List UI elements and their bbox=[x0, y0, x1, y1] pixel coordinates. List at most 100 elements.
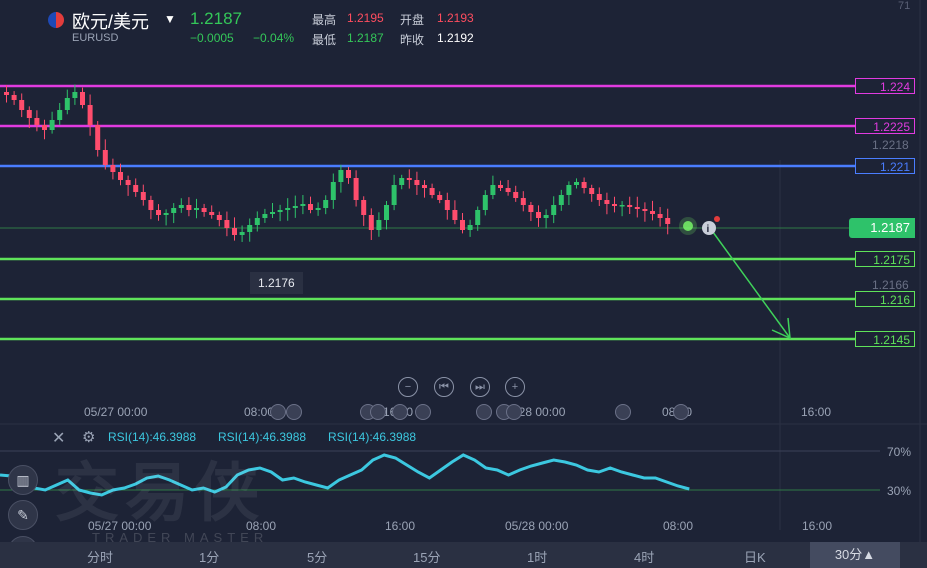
candle-body bbox=[490, 185, 496, 195]
candle-body bbox=[201, 208, 207, 212]
candle-body bbox=[422, 185, 427, 188]
forward-icon[interactable]: ⏭ bbox=[470, 377, 490, 397]
candle-body bbox=[376, 220, 382, 230]
candle-body bbox=[209, 212, 215, 215]
candle-body bbox=[87, 105, 93, 125]
event-marker[interactable] bbox=[370, 404, 386, 420]
candle-body bbox=[110, 165, 116, 172]
candle-body bbox=[163, 213, 169, 215]
watermark-cn: 交易侠 bbox=[55, 457, 265, 529]
candle-body bbox=[536, 212, 541, 218]
pencil-icon[interactable]: ✎ bbox=[8, 500, 38, 530]
candle-body bbox=[80, 92, 85, 105]
candle-body bbox=[118, 172, 123, 180]
rsi-level-70: 70% bbox=[887, 445, 912, 459]
candle-body bbox=[95, 125, 101, 150]
candle-body bbox=[558, 195, 564, 205]
event-marker[interactable] bbox=[476, 404, 492, 420]
event-marker[interactable] bbox=[673, 404, 689, 420]
candle-body bbox=[604, 200, 610, 204]
candle-body bbox=[133, 185, 139, 192]
candle-body bbox=[612, 204, 617, 206]
price-tag-12145: 1.2145 bbox=[855, 331, 915, 347]
candle-body bbox=[551, 205, 557, 215]
low-marker-label: 1.2176 bbox=[250, 272, 303, 294]
tf-1m[interactable]: 1分 bbox=[199, 547, 219, 566]
candle-body bbox=[194, 208, 199, 210]
candle-body bbox=[406, 178, 412, 180]
candle-body bbox=[665, 218, 671, 224]
candle-body bbox=[72, 92, 78, 98]
candle-body bbox=[178, 205, 184, 208]
axis-label-12218: 1.2218 bbox=[872, 138, 909, 152]
tf-1h[interactable]: 1时 bbox=[527, 547, 547, 566]
chart-type-icon[interactable]: ▥ bbox=[8, 465, 38, 495]
candle-body bbox=[361, 200, 367, 215]
candle-body bbox=[384, 205, 389, 220]
candle-body bbox=[543, 215, 549, 218]
tf-5m[interactable]: 5分 bbox=[307, 547, 327, 566]
price-tag-12225: 1.2225 bbox=[855, 118, 915, 134]
price-tag-12175: 1.2175 bbox=[855, 251, 915, 267]
candle-body bbox=[566, 185, 572, 195]
candle-body bbox=[4, 92, 9, 95]
candle-body bbox=[270, 212, 275, 214]
candle-body bbox=[171, 208, 177, 213]
candle-body bbox=[277, 210, 283, 212]
rsi-xaxis-label: 16:00 bbox=[385, 519, 416, 533]
minus-icon[interactable]: − bbox=[398, 377, 418, 397]
tf-4h[interactable]: 4时 bbox=[634, 547, 654, 566]
candle-body bbox=[596, 194, 602, 200]
event-marker[interactable] bbox=[392, 404, 408, 420]
candle-body bbox=[239, 232, 245, 235]
candle-body bbox=[619, 205, 625, 207]
tf-tick[interactable]: 分时 bbox=[87, 547, 113, 566]
candle-body bbox=[232, 228, 237, 235]
candle-body bbox=[300, 204, 306, 206]
candle-body bbox=[148, 200, 154, 210]
candle-body bbox=[57, 110, 63, 120]
event-marker[interactable] bbox=[615, 404, 631, 420]
candle-body bbox=[11, 95, 17, 100]
rsi-label: RSI(14):46.3988 bbox=[328, 430, 417, 444]
candle-body bbox=[520, 198, 526, 205]
candle-body bbox=[49, 120, 55, 130]
event-marker[interactable] bbox=[286, 404, 302, 420]
candle-body bbox=[338, 170, 344, 182]
candle-body bbox=[26, 110, 32, 118]
candle-body bbox=[19, 100, 25, 110]
rsi-xaxis-label: 16:00 bbox=[802, 519, 833, 533]
candle-body bbox=[467, 225, 473, 230]
candle-body bbox=[589, 188, 595, 194]
candle-body bbox=[460, 220, 465, 230]
event-marker[interactable] bbox=[506, 404, 522, 420]
candle-body bbox=[323, 200, 329, 208]
xaxis-label: 05/27 00:00 bbox=[84, 405, 148, 419]
candle-body bbox=[247, 225, 253, 232]
tf-daily[interactable]: 日K bbox=[744, 547, 766, 566]
candle-body bbox=[642, 209, 648, 211]
svg-text:i: i bbox=[707, 224, 710, 235]
candle-body bbox=[64, 98, 70, 110]
candle-body bbox=[156, 210, 161, 215]
candle-body bbox=[482, 195, 488, 210]
candle-body bbox=[308, 204, 313, 210]
candle-body bbox=[399, 178, 405, 185]
timeframe-bar bbox=[0, 542, 927, 568]
tf-15m[interactable]: 15分 bbox=[413, 547, 440, 566]
event-marker[interactable] bbox=[415, 404, 431, 420]
plus-icon[interactable]: + bbox=[505, 377, 525, 397]
candle-body bbox=[444, 200, 450, 210]
candle-body bbox=[125, 180, 131, 185]
candle-body bbox=[102, 150, 108, 165]
tf-30m-active[interactable]: 30分▲ bbox=[810, 542, 900, 568]
candle-body bbox=[262, 214, 268, 218]
candle-body bbox=[498, 185, 503, 188]
axis-label-12166: 1.2166 bbox=[872, 278, 909, 292]
candlesticks bbox=[4, 84, 671, 242]
candle-body bbox=[292, 206, 298, 208]
rewind-icon[interactable]: ⏮ bbox=[434, 377, 454, 397]
candle-body bbox=[353, 178, 359, 200]
candle-body bbox=[581, 182, 587, 188]
event-marker[interactable] bbox=[270, 404, 286, 420]
